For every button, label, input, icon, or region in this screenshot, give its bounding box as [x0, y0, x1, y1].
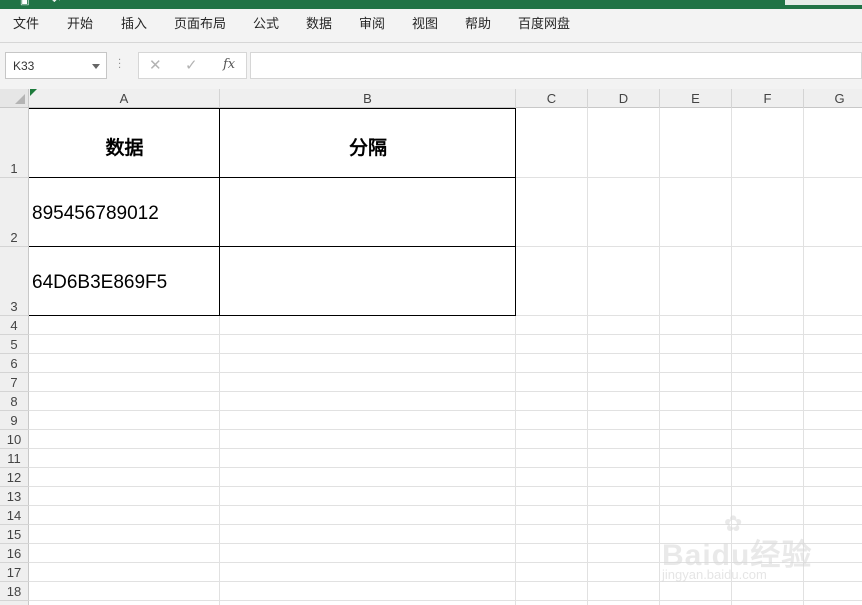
- row-header-8[interactable]: 8: [0, 392, 29, 411]
- grid-line: [659, 108, 660, 605]
- grid-line: [29, 372, 862, 373]
- row-header-5[interactable]: 5: [0, 335, 29, 354]
- select-all-icon: [15, 94, 25, 104]
- tab-insert[interactable]: 插入: [121, 17, 147, 33]
- column-header-f[interactable]: F: [732, 89, 804, 108]
- table-border: [29, 108, 516, 109]
- row-number: 17: [6, 565, 22, 580]
- row-number: 9: [10, 413, 18, 428]
- column-header-g[interactable]: G: [804, 89, 862, 108]
- row-header-10[interactable]: 10: [0, 430, 29, 449]
- row-number: 1: [10, 161, 18, 176]
- row-number: 6: [10, 356, 18, 371]
- grid-line: [29, 391, 862, 392]
- row-number: 2: [10, 230, 18, 245]
- excel-logo-icon: ▣: [20, 0, 30, 7]
- tab-page-layout[interactable]: 页面布局: [174, 17, 226, 33]
- enter-icon[interactable]: ✓: [185, 56, 198, 74]
- name-box[interactable]: K33: [5, 52, 107, 79]
- column-header-d[interactable]: D: [588, 89, 660, 108]
- row-header-2[interactable]: 2: [0, 178, 29, 247]
- cell-a2[interactable]: 895456789012: [32, 203, 159, 225]
- formula-buttons: ✕ ✓ fx: [138, 52, 247, 79]
- row-header-16[interactable]: 16: [0, 544, 29, 563]
- column-header-b[interactable]: B: [220, 89, 516, 108]
- undo-icon[interactable]: ↶: [52, 0, 60, 7]
- row-number: 16: [6, 546, 22, 561]
- ribbon-tab-bar: 文件 开始 插入 页面布局 公式 数据 审阅 视图 帮助 百度网盘: [0, 9, 862, 43]
- grid-line: [29, 600, 862, 601]
- title-bar: ▣ ↶: [0, 0, 862, 9]
- name-box-value: K33: [13, 59, 35, 73]
- cell-a1[interactable]: 数据: [29, 133, 220, 160]
- column-header-c[interactable]: C: [516, 89, 588, 108]
- formula-bar: K33 · · · ✕ ✓ fx: [0, 43, 862, 89]
- grid-line: [29, 410, 862, 411]
- cell-b1[interactable]: 分隔: [220, 133, 516, 160]
- row-number: 12: [6, 470, 22, 485]
- number-as-text-indicator-icon[interactable]: [30, 89, 37, 96]
- grid-line: [29, 334, 862, 335]
- row-header-14[interactable]: 14: [0, 506, 29, 525]
- tab-review[interactable]: 审阅: [359, 17, 385, 33]
- tab-baidu-netdisk[interactable]: 百度网盘: [518, 17, 570, 33]
- table-border: [29, 315, 516, 316]
- tab-view[interactable]: 视图: [412, 17, 438, 33]
- row-number: 8: [10, 394, 18, 409]
- row-number: 10: [6, 432, 22, 447]
- row-number: 3: [10, 299, 18, 314]
- column-header-a[interactable]: A: [29, 89, 220, 108]
- row-header-12[interactable]: 12: [0, 468, 29, 487]
- grid-line: [29, 429, 862, 430]
- tab-formulas[interactable]: 公式: [253, 17, 279, 33]
- row-number: 7: [10, 375, 18, 390]
- table-border: [29, 246, 516, 247]
- cancel-icon[interactable]: ✕: [149, 56, 162, 74]
- row-number: 13: [6, 489, 22, 504]
- row-header-6[interactable]: 6: [0, 354, 29, 373]
- tab-data[interactable]: 数据: [306, 17, 332, 33]
- row-number: 4: [10, 318, 18, 333]
- row-number: 14: [6, 508, 22, 523]
- tab-home[interactable]: 开始: [67, 17, 93, 33]
- row-header-1[interactable]: 1: [0, 108, 29, 178]
- row-header-17[interactable]: 17: [0, 563, 29, 582]
- row-header-7[interactable]: 7: [0, 373, 29, 392]
- row-number: 5: [10, 337, 18, 352]
- cell-a3[interactable]: 64D6B3E869F5: [32, 272, 167, 294]
- table-border: [29, 177, 516, 178]
- row-number: 11: [7, 451, 21, 466]
- search-box[interactable]: [785, 0, 862, 5]
- grid-line: [29, 505, 862, 506]
- tab-help[interactable]: 帮助: [465, 17, 491, 33]
- grid-line: [587, 108, 588, 605]
- column-header-e[interactable]: E: [660, 89, 732, 108]
- grid-line: [29, 467, 862, 468]
- watermark-url: jingyan.baidu.com: [662, 567, 767, 582]
- grid-line: [29, 448, 862, 449]
- row-header-4[interactable]: 4: [0, 316, 29, 335]
- name-box-dropdown-icon[interactable]: [92, 64, 100, 69]
- row-number: 18: [6, 584, 22, 599]
- fx-icon[interactable]: fx: [223, 57, 235, 72]
- row-header-11[interactable]: 11: [0, 449, 29, 468]
- row-header-3[interactable]: 3: [0, 247, 29, 316]
- grid-line: [29, 353, 862, 354]
- tab-file[interactable]: 文件: [13, 17, 39, 33]
- row-header-18[interactable]: 18: [0, 582, 29, 601]
- more-options-icon[interactable]: · · ·: [118, 56, 121, 74]
- row-number: 15: [6, 527, 22, 542]
- formula-input[interactable]: [250, 52, 862, 79]
- row-header-13[interactable]: 13: [0, 487, 29, 506]
- select-all-button[interactable]: [0, 89, 29, 108]
- row-header-15[interactable]: 15: [0, 525, 29, 544]
- watermark: ✿ Baidu经验 jingyan.baidu.com: [662, 512, 822, 590]
- grid-line: [29, 486, 862, 487]
- row-header-9[interactable]: 9: [0, 411, 29, 430]
